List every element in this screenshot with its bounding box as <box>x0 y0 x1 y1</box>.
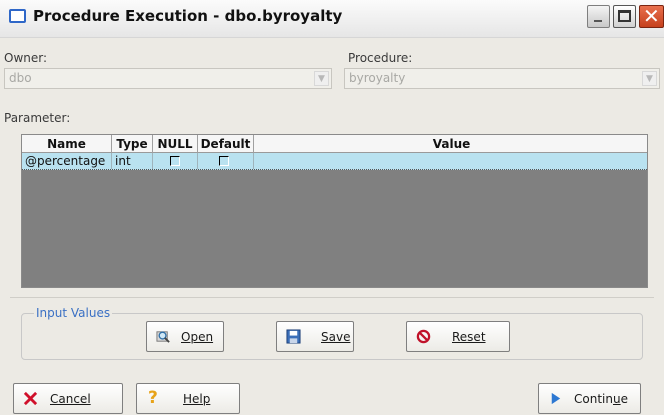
table-row[interactable]: @percentage int <box>22 153 647 170</box>
param-default-cell[interactable] <box>198 153 254 169</box>
window-title: Procedure Execution - dbo.byroyalty <box>33 7 343 25</box>
help-question-icon: ? <box>148 388 158 408</box>
minimize-button[interactable] <box>587 5 610 28</box>
title-bar: Procedure Execution - dbo.byroyalty ✕ <box>0 0 664 38</box>
grid-header: Name Type NULL Default Value <box>22 135 647 153</box>
reset-label: Reset <box>452 330 486 344</box>
owner-value: dbo <box>9 71 32 85</box>
continue-label-suffix: e <box>620 392 628 406</box>
continue-button[interactable]: Continue <box>538 383 641 414</box>
input-values-title: Input Values <box>34 306 113 320</box>
procedure-label: Procedure: <box>348 51 413 65</box>
maximize-button[interactable] <box>613 5 636 28</box>
minimize-icon <box>594 20 602 22</box>
reset-button[interactable]: Reset <box>406 321 510 352</box>
param-value-cell[interactable] <box>254 153 649 169</box>
parameter-label: Parameter: <box>4 111 71 125</box>
open-label: Open <box>181 330 214 344</box>
continue-label-prefix: Contin <box>574 392 613 406</box>
help-button[interactable]: ? Help <box>136 383 240 414</box>
maximize-icon <box>618 10 631 22</box>
owner-select[interactable]: dbo ▼ <box>4 68 332 89</box>
procedure-value: byroyalty <box>349 71 406 85</box>
help-label: Help <box>183 392 211 406</box>
magnifier-icon <box>156 331 170 343</box>
column-header-value[interactable]: Value <box>254 135 649 153</box>
param-name-cell[interactable]: @percentage <box>22 153 112 169</box>
column-header-null[interactable]: NULL <box>153 135 198 153</box>
cancel-label: Cancel <box>50 392 91 406</box>
save-button[interactable]: Save <box>276 321 354 352</box>
close-icon: ✕ <box>643 4 660 28</box>
cancel-button[interactable]: Cancel <box>13 383 123 414</box>
owner-label: Owner: <box>4 51 48 65</box>
save-label: Save <box>321 330 351 344</box>
column-header-name[interactable]: Name <box>22 135 112 153</box>
param-null-cell[interactable] <box>153 153 198 169</box>
play-arrow-icon <box>551 392 561 405</box>
continue-label-mnemonic: u <box>612 392 621 406</box>
default-checkbox[interactable] <box>219 156 229 166</box>
close-button[interactable]: ✕ <box>639 4 664 28</box>
param-type-cell[interactable]: int <box>112 153 153 169</box>
procedure-select[interactable]: byroyalty ▼ <box>344 68 660 89</box>
window-icon <box>9 9 26 23</box>
chevron-down-icon[interactable]: ▼ <box>642 71 657 86</box>
null-checkbox[interactable] <box>170 156 180 166</box>
no-entry-icon <box>416 329 431 344</box>
open-button[interactable]: Open <box>146 321 224 352</box>
continue-label: Continue <box>574 392 628 406</box>
parameter-grid[interactable]: Name Type NULL Default Value @percentage… <box>21 134 648 288</box>
floppy-disk-icon <box>286 329 301 344</box>
column-header-default[interactable]: Default <box>198 135 254 153</box>
chevron-down-icon[interactable]: ▼ <box>314 71 329 86</box>
column-header-type[interactable]: Type <box>112 135 153 153</box>
cancel-x-icon <box>23 391 38 406</box>
separator <box>10 297 654 298</box>
